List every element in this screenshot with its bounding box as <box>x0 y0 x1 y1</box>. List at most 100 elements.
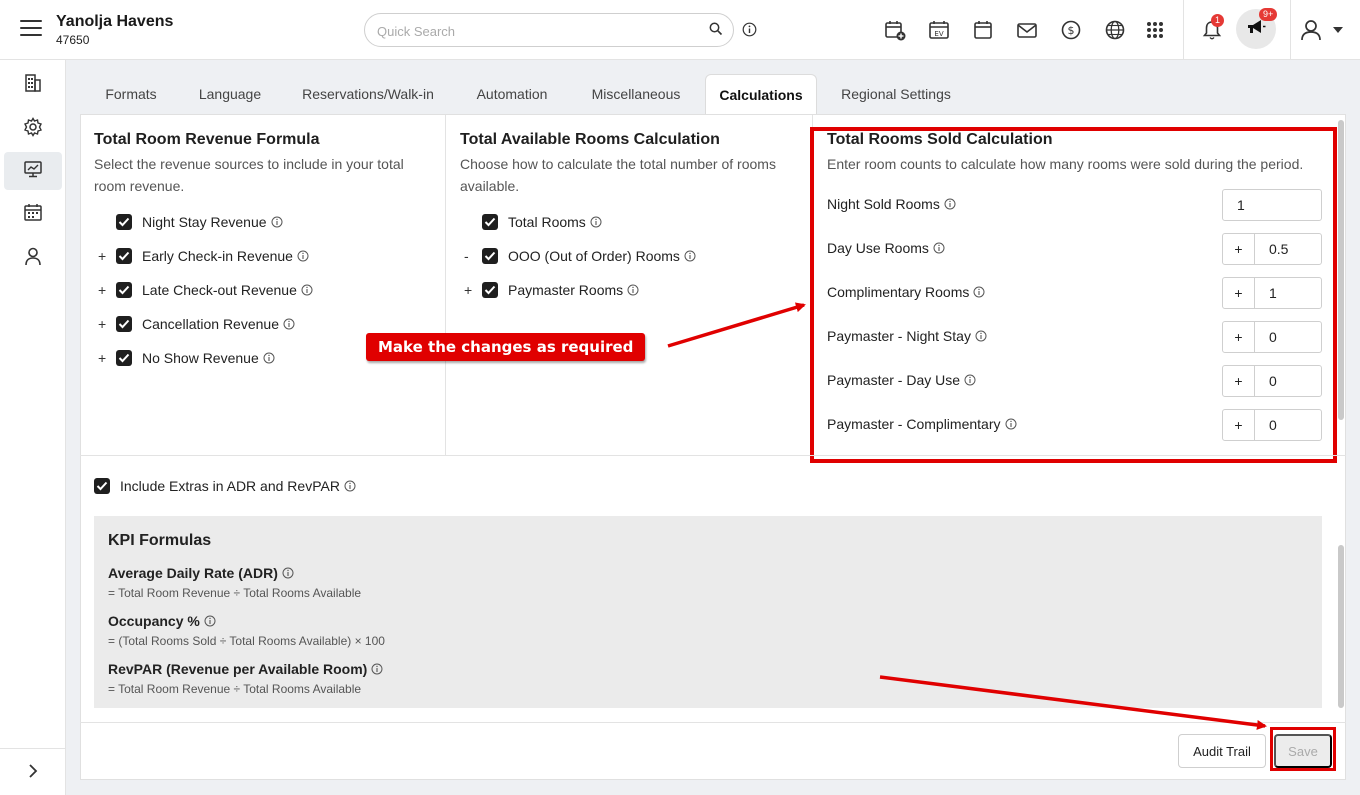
include-extras-checkbox-row[interactable]: Include Extras in ADR and RevPAR <box>94 475 356 497</box>
info-icon[interactable] <box>371 663 383 675</box>
announcement-badge: 9+ <box>1259 8 1278 21</box>
operator: + <box>98 282 107 298</box>
available-item[interactable]: + Paymaster Rooms <box>464 279 639 301</box>
annotation-save-highlight <box>1270 727 1336 771</box>
info-icon[interactable] <box>283 318 295 330</box>
revenue-item[interactable]: + Early Check-in Revenue <box>98 245 309 267</box>
info-icon[interactable] <box>204 615 216 627</box>
megaphone-icon <box>1246 18 1266 41</box>
checkbox-checked-icon[interactable] <box>482 214 498 230</box>
svg-text:$: $ <box>1068 24 1075 37</box>
quick-search <box>364 13 734 47</box>
scrollbar[interactable] <box>1338 545 1344 708</box>
calendar-add-icon[interactable] <box>883 18 907 42</box>
kpi-name: Average Daily Rate (ADR) <box>108 565 294 581</box>
chevron-down-icon[interactable] <box>1326 18 1350 42</box>
revenue-item[interactable]: Night Stay Revenue <box>98 211 283 233</box>
available-subtitle: Choose how to calculate the total number… <box>460 156 776 194</box>
property-id: 47650 <box>56 33 90 47</box>
notification-badge: 1 <box>1211 14 1225 27</box>
divider <box>1183 0 1184 60</box>
info-icon[interactable] <box>301 284 313 296</box>
info-icon[interactable] <box>684 250 696 262</box>
user-icon[interactable] <box>1299 18 1323 42</box>
revenue-item-label: Early Check-in Revenue <box>142 248 293 264</box>
info-icon[interactable] <box>297 250 309 262</box>
annotation-highlight-box <box>810 127 1337 463</box>
available-item[interactable]: Total Rooms <box>464 211 602 233</box>
operator: + <box>98 350 107 366</box>
tab-automation[interactable]: Automation <box>464 74 560 114</box>
available-title: Total Available Rooms Calculation <box>460 131 720 148</box>
tab-miscellaneous[interactable]: Miscellaneous <box>580 74 692 114</box>
kpi-formula: = Total Room Revenue ÷ Total Rooms Avail… <box>108 682 362 696</box>
checkbox-checked-icon[interactable] <box>94 478 110 494</box>
nav-settings[interactable] <box>4 110 62 148</box>
tab-formats[interactable]: Formats <box>90 74 172 114</box>
tab-calculations[interactable]: Calculations <box>705 74 817 114</box>
globe-icon[interactable] <box>1103 18 1127 42</box>
info-icon[interactable] <box>344 480 356 492</box>
nav-monitor[interactable] <box>4 152 62 190</box>
svg-text:EV: EV <box>934 30 943 38</box>
calendar-grid-icon <box>23 202 43 227</box>
checkbox-checked-icon[interactable] <box>482 282 498 298</box>
dollar-icon[interactable]: $ <box>1059 18 1083 42</box>
annotation-callout: Make the changes as required <box>366 333 646 361</box>
footer-divider <box>80 722 1346 723</box>
checkbox-checked-icon[interactable] <box>116 248 132 264</box>
person-icon <box>23 246 43 271</box>
nav-building[interactable] <box>4 66 62 104</box>
chevron-right-icon <box>28 762 38 783</box>
mail-icon[interactable] <box>1015 18 1039 42</box>
calendar-checkin-icon[interactable]: EV <box>927 18 951 42</box>
info-icon[interactable] <box>282 567 294 579</box>
revenue-subtitle: Select the revenue sources to include in… <box>94 156 404 194</box>
section-divider <box>80 455 1346 456</box>
kpi-name: RevPAR (Revenue per Available Room) <box>108 661 383 677</box>
checkbox-checked-icon[interactable] <box>116 282 132 298</box>
gear-icon <box>23 116 43 142</box>
checkbox-checked-icon[interactable] <box>482 248 498 264</box>
monitor-chart-icon <box>23 159 43 184</box>
expand-nav-button[interactable] <box>0 748 66 795</box>
checkbox-checked-icon[interactable] <box>116 350 132 366</box>
operator: - <box>464 248 469 264</box>
available-item[interactable]: - OOO (Out of Order) Rooms <box>464 245 696 267</box>
operator: + <box>98 248 107 264</box>
kpi-name: Occupancy % <box>108 613 216 629</box>
include-extras-label: Include Extras in ADR and RevPAR <box>120 478 340 494</box>
search-icon[interactable] <box>709 22 723 41</box>
checkbox-checked-icon[interactable] <box>116 316 132 332</box>
kpi-formula: = Total Room Revenue ÷ Total Rooms Avail… <box>108 586 362 600</box>
operator: + <box>98 316 107 332</box>
audit-trail-button[interactable]: Audit Trail <box>1178 734 1266 768</box>
tab-language[interactable]: Language <box>184 74 276 114</box>
info-icon[interactable] <box>271 216 283 228</box>
calendar-icon[interactable] <box>971 18 995 42</box>
search-input[interactable] <box>377 21 697 41</box>
kpi-formulas-card: KPI Formulas Average Daily Rate (ADR) = … <box>94 516 1322 708</box>
revenue-item-label: Late Check-out Revenue <box>142 282 297 298</box>
tab-regional-settings[interactable]: Regional Settings <box>832 74 960 114</box>
info-icon[interactable] <box>627 284 639 296</box>
menu-icon[interactable] <box>20 20 42 38</box>
revenue-item-label: No Show Revenue <box>142 350 259 366</box>
available-item-label: OOO (Out of Order) Rooms <box>508 248 680 264</box>
operator: + <box>464 282 473 298</box>
revenue-item-label: Cancellation Revenue <box>142 316 279 332</box>
property-name: Yanolja Havens <box>56 13 174 30</box>
info-icon[interactable] <box>590 216 602 228</box>
apps-grid-icon[interactable] <box>1143 18 1167 42</box>
info-icon[interactable] <box>263 352 275 364</box>
revenue-item[interactable]: + No Show Revenue <box>98 347 275 369</box>
search-info-icon[interactable] <box>742 22 757 42</box>
tab-reservations-walk-in[interactable]: Reservations/Walk-in <box>292 74 444 114</box>
checkbox-checked-icon[interactable] <box>116 214 132 230</box>
building-icon <box>23 73 43 98</box>
scrollbar[interactable] <box>1338 120 1344 420</box>
nav-user[interactable] <box>4 239 62 277</box>
revenue-item[interactable]: + Late Check-out Revenue <box>98 279 313 301</box>
revenue-item[interactable]: + Cancellation Revenue <box>98 313 295 335</box>
nav-calendar[interactable] <box>4 195 62 233</box>
